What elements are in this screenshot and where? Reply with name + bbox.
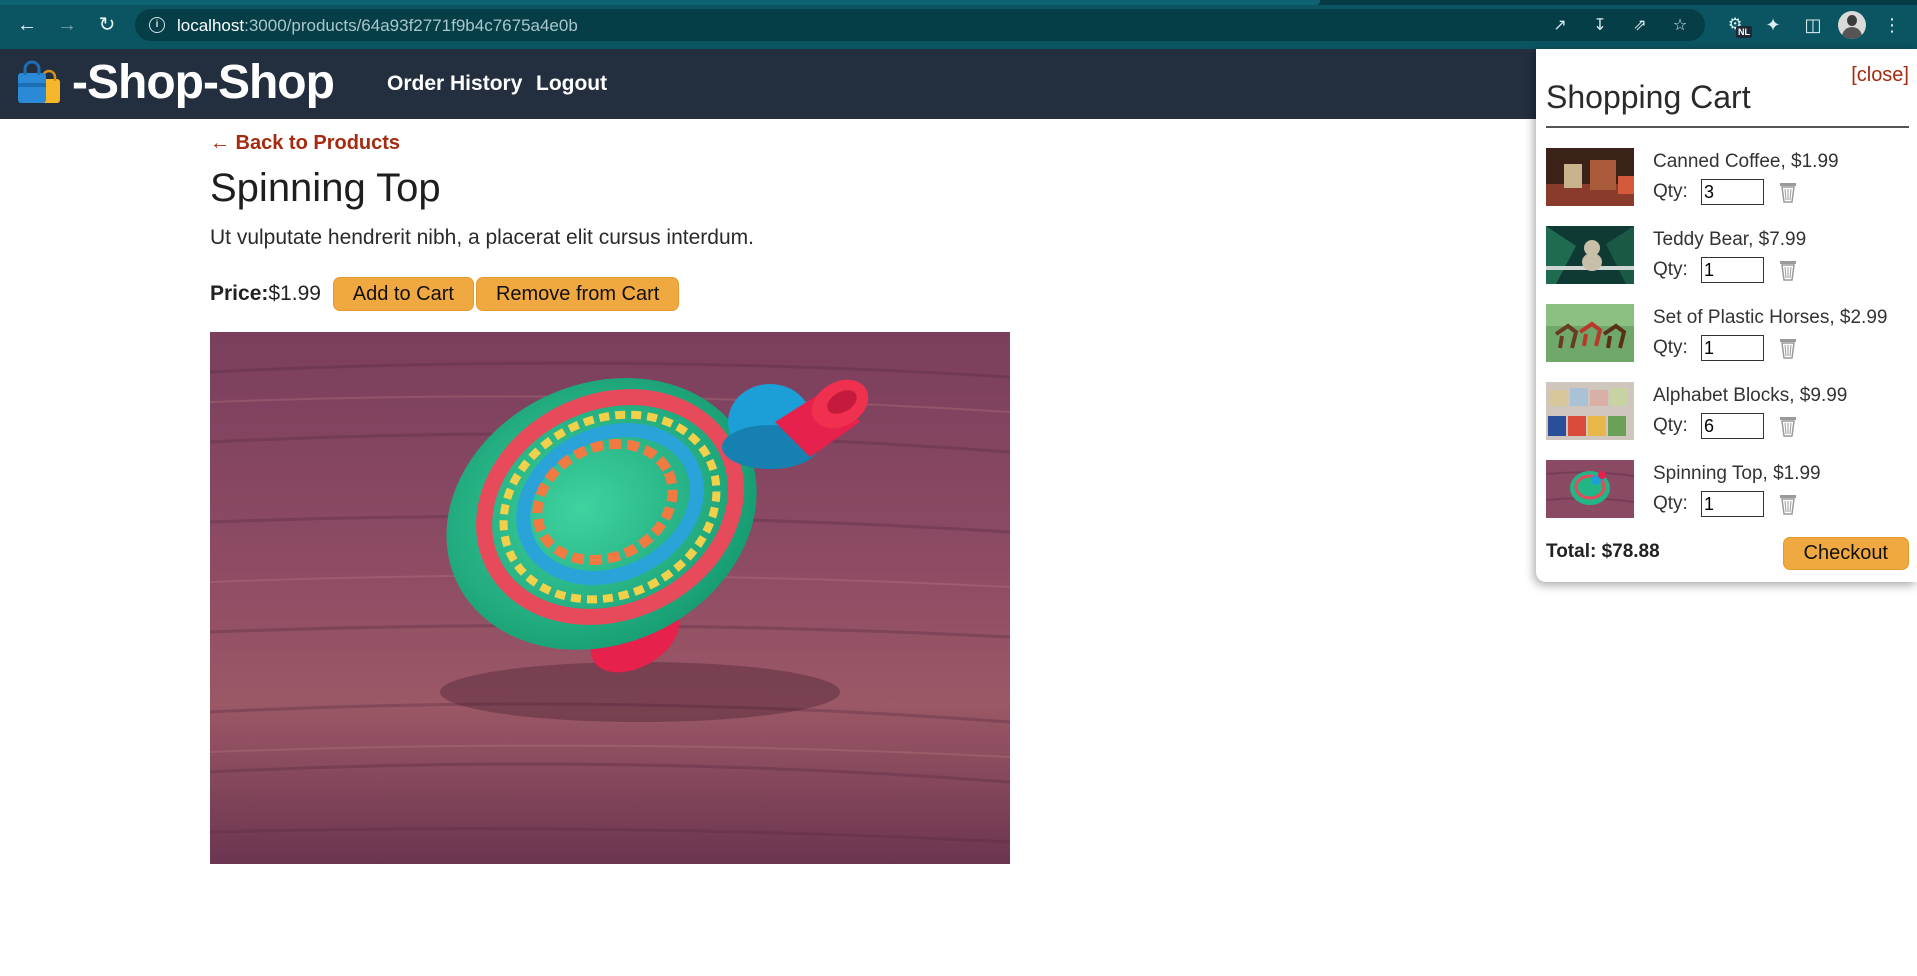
cart-total: Total: $78.88: [1546, 541, 1660, 562]
product-title: Spinning Top: [210, 166, 441, 210]
qty-input[interactable]: [1701, 491, 1764, 517]
spinning-top-thumbnail: [1546, 460, 1634, 518]
trash-icon[interactable]: [1778, 415, 1798, 437]
qty-label: Qty:: [1653, 337, 1688, 358]
cart-item: Set of Plastic Horses, $2.99 Qty:: [1546, 304, 1911, 364]
alphabet-blocks-thumbnail: [1546, 382, 1634, 440]
trash-icon[interactable]: [1778, 337, 1798, 359]
active-tab[interactable]: [0, 0, 1320, 5]
menu-kebab-icon[interactable]: ⋮: [1879, 12, 1905, 38]
trash-icon[interactable]: [1778, 493, 1798, 515]
qty-label: Qty:: [1653, 415, 1688, 436]
qty-label: Qty:: [1653, 493, 1688, 514]
open-in-app-icon[interactable]: ↗: [1550, 17, 1570, 35]
brand-title[interactable]: -Shop-Shop: [72, 55, 335, 110]
browser-toolbar: ← → ↻ i localhost:3000/products/64a93f27…: [0, 0, 1917, 49]
add-to-cart-button[interactable]: Add to Cart: [332, 277, 474, 311]
trash-icon[interactable]: [1778, 181, 1798, 203]
nav-order-history[interactable]: Order History: [387, 72, 522, 96]
spinning-top-photo: [210, 332, 1010, 864]
price-value: $1.99: [268, 282, 321, 305]
price-label: Price:: [210, 282, 269, 305]
cart-item-name: Set of Plastic Horses, $2.99: [1653, 307, 1888, 328]
forward-arrow-icon[interactable]: →: [54, 12, 80, 38]
cart-divider: [1546, 126, 1909, 128]
cart-close-button[interactable]: [close]: [1851, 64, 1909, 87]
checkout-button[interactable]: Checkout: [1782, 537, 1909, 570]
install-icon[interactable]: ↧: [1590, 17, 1610, 35]
shopping-cart-panel: [close] Shopping Cart Canned Coffee, $1.…: [1536, 49, 1917, 582]
cart-item: Alphabet Blocks, $9.99 Qty:: [1546, 382, 1911, 442]
cart-item-name: Spinning Top, $1.99: [1653, 463, 1821, 484]
tab-strip: [0, 0, 1917, 5]
extension-nl-icon[interactable]: ⚙ NL: [1728, 14, 1752, 38]
url-path: :3000/products/64a93f2771f9b4c7675a4e0b: [244, 16, 578, 35]
remove-from-cart-button[interactable]: Remove from Cart: [475, 277, 680, 311]
qty-input[interactable]: [1701, 335, 1764, 361]
site-info-icon[interactable]: i: [149, 17, 165, 33]
price-row: Price:$1.99 Add to Cart Remove from Cart: [210, 277, 680, 311]
cart-item: Teddy Bear, $7.99 Qty:: [1546, 226, 1911, 286]
trash-icon[interactable]: [1778, 259, 1798, 281]
cart-item: Canned Coffee, $1.99 Qty:: [1546, 148, 1911, 208]
qty-input[interactable]: [1701, 179, 1764, 205]
share-icon[interactable]: ⇗: [1630, 17, 1650, 35]
side-panel-icon[interactable]: ◫: [1800, 12, 1826, 38]
product-description: Ut vulputate hendrerit nibh, a placerat …: [210, 226, 754, 249]
qty-label: Qty:: [1653, 259, 1688, 280]
cart-item-name: Canned Coffee, $1.99: [1653, 151, 1839, 172]
bookmark-star-icon[interactable]: ☆: [1670, 17, 1690, 35]
cart-item: Spinning Top, $1.99 Qty:: [1546, 460, 1911, 520]
product-image: [210, 332, 1010, 864]
shopping-bags-logo-icon: [18, 60, 60, 103]
qty-input[interactable]: [1701, 413, 1764, 439]
profile-avatar[interactable]: [1838, 11, 1866, 39]
canned-coffee-thumbnail: [1546, 148, 1634, 206]
reload-icon[interactable]: ↻: [94, 12, 120, 38]
back-to-products-link[interactable]: ← Back to Products: [210, 132, 400, 155]
back-arrow-icon[interactable]: ←: [14, 12, 40, 38]
extension-badge: NL: [1736, 26, 1752, 38]
cart-item-name: Alphabet Blocks, $9.99: [1653, 385, 1848, 406]
extensions-puzzle-icon[interactable]: ✦: [1760, 12, 1786, 38]
nav-logout[interactable]: Logout: [536, 72, 607, 96]
cart-title: Shopping Cart: [1546, 79, 1751, 115]
plastic-horses-thumbnail: [1546, 304, 1634, 362]
cart-item-name: Teddy Bear, $7.99: [1653, 229, 1807, 250]
url-host: localhost: [177, 16, 245, 35]
address-url[interactable]: localhost:3000/products/64a93f2771f9b4c7…: [177, 16, 578, 36]
qty-input[interactable]: [1701, 257, 1764, 283]
teddy-bear-thumbnail: [1546, 226, 1634, 284]
qty-label: Qty:: [1653, 181, 1688, 202]
address-bar[interactable]: i localhost:3000/products/64a93f2771f9b4…: [135, 9, 1705, 41]
